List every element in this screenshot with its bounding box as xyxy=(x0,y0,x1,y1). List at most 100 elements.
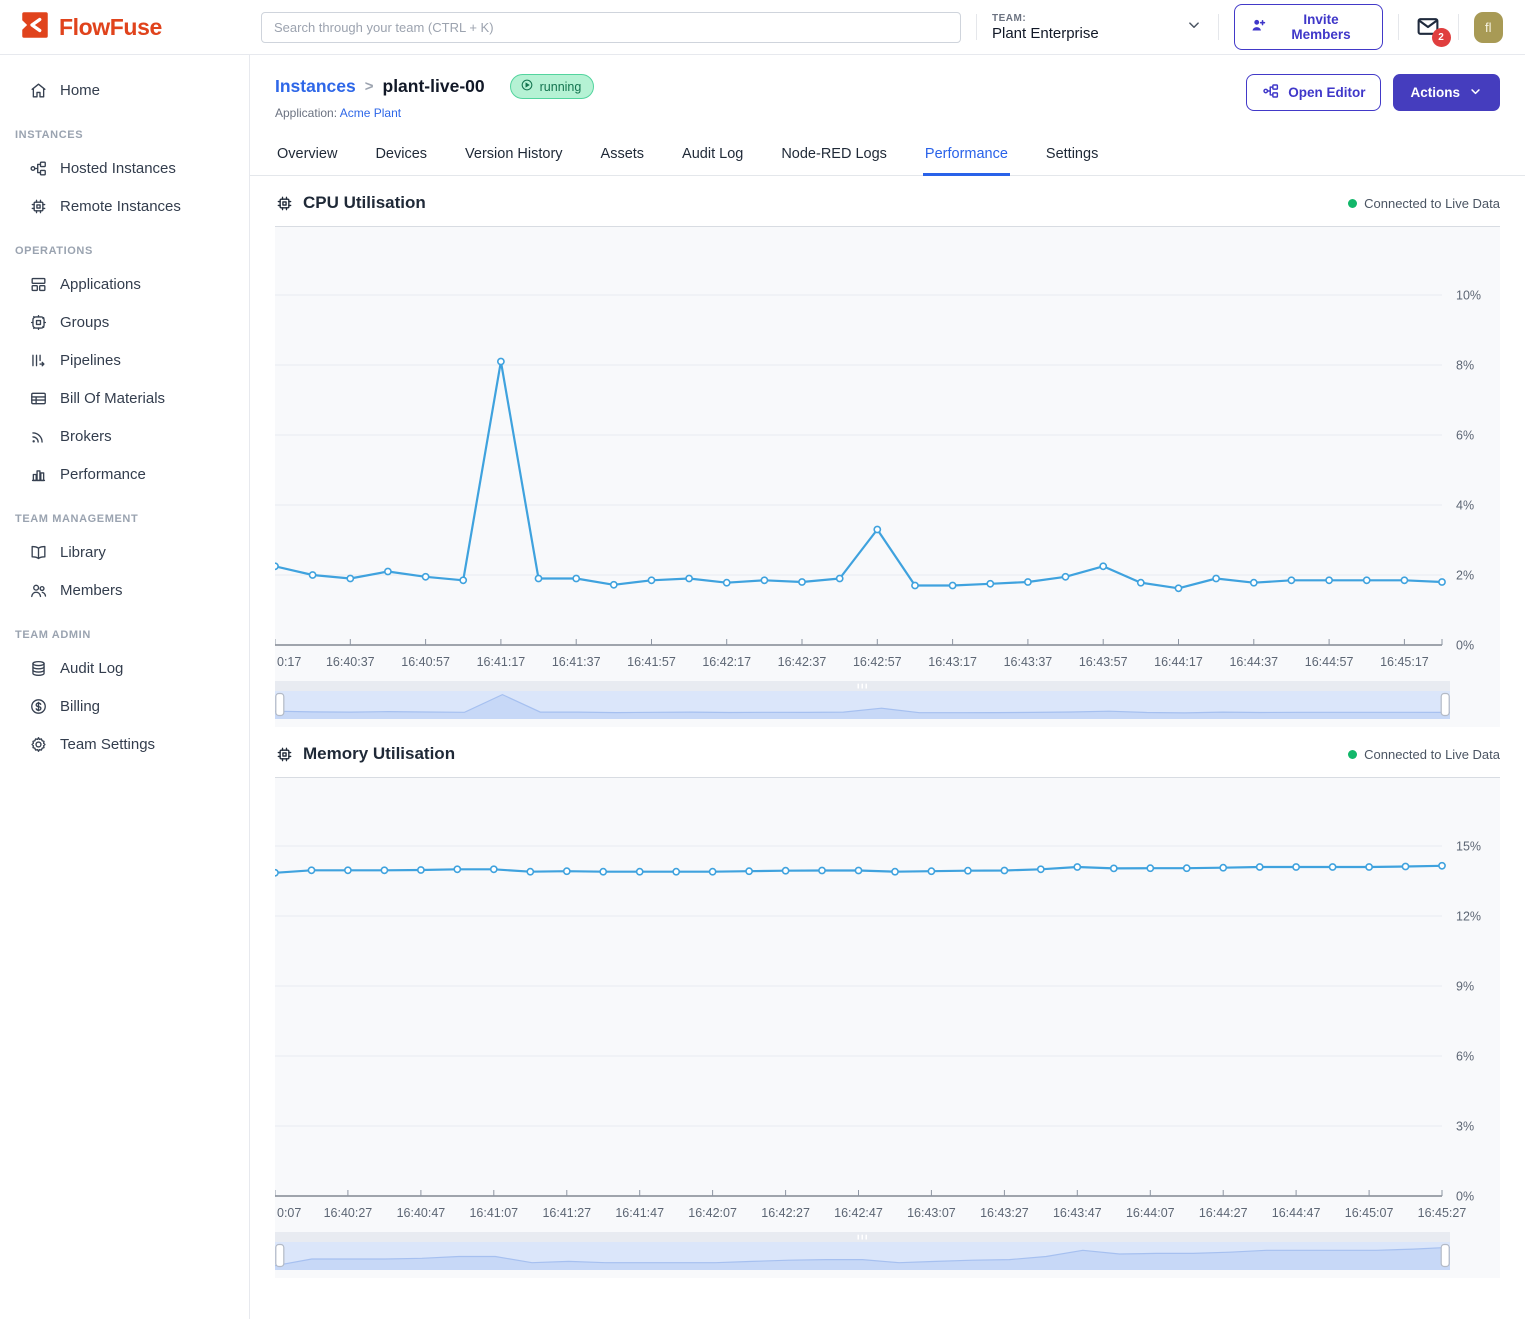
data-point xyxy=(460,577,466,583)
memory-brush[interactable] xyxy=(275,1232,1500,1278)
memory-brush-svg[interactable] xyxy=(275,1232,1450,1270)
sidebar-item-groups[interactable]: Groups xyxy=(0,303,249,341)
tab-performance[interactable]: Performance xyxy=(923,136,1010,176)
cpu-section-header: CPU Utilisation Connected to Live Data xyxy=(275,176,1500,227)
data-point xyxy=(527,869,533,875)
sidebar-item-label: Applications xyxy=(60,276,141,293)
sidebar-item-home[interactable]: Home xyxy=(0,71,249,109)
data-point xyxy=(1062,574,1068,580)
cpu-brush-svg[interactable] xyxy=(275,681,1450,719)
sidebar-item-members[interactable]: Members xyxy=(0,571,249,609)
tab-audit-log[interactable]: Audit Log xyxy=(680,136,745,176)
x-tick-label: 16:43:47 xyxy=(1053,1206,1102,1220)
divider xyxy=(976,14,977,40)
data-point xyxy=(892,869,898,875)
sidebar-item-label: Bill Of Materials xyxy=(60,390,165,407)
data-point xyxy=(837,575,843,581)
tab-version-history[interactable]: Version History xyxy=(463,136,565,176)
data-point xyxy=(1439,579,1445,585)
users-icon xyxy=(29,581,48,600)
cpu-chart-area: 0%2%4%6%8%10%0:1716:40:3716:40:5716:41:1… xyxy=(275,227,1500,727)
memory-section-title: Memory Utilisation xyxy=(303,744,455,764)
brush-handle-right[interactable] xyxy=(1441,694,1449,716)
tab-node-red-logs[interactable]: Node-RED Logs xyxy=(779,136,889,176)
application-link[interactable]: Acme Plant xyxy=(340,106,401,120)
data-point xyxy=(385,568,391,574)
x-tick-label: 16:44:17 xyxy=(1154,655,1203,669)
bar-chart-icon xyxy=(29,465,48,484)
brush-handle-left[interactable] xyxy=(276,1245,284,1267)
sidebar-item-pipelines[interactable]: Pipelines xyxy=(0,341,249,379)
x-tick-label: 16:41:07 xyxy=(469,1206,518,1220)
sidebar-item-performance[interactable]: Performance xyxy=(0,455,249,493)
x-tick-label: 16:40:47 xyxy=(397,1206,446,1220)
x-tick-label: 16:41:37 xyxy=(552,655,601,669)
brush-grip-icon[interactable] xyxy=(866,684,868,689)
tab-overview[interactable]: Overview xyxy=(275,136,339,176)
actions-button[interactable]: Actions xyxy=(1393,74,1500,111)
tab-settings[interactable]: Settings xyxy=(1044,136,1100,176)
data-point xyxy=(710,869,716,875)
breadcrumb-instances-link[interactable]: Instances xyxy=(275,76,356,97)
data-point xyxy=(275,870,278,876)
data-point xyxy=(611,582,617,588)
page-title: plant-live-00 xyxy=(383,76,485,97)
sidebar-section-team-management: TEAM MANAGEMENT xyxy=(15,513,249,525)
gear-icon xyxy=(29,735,48,754)
data-point xyxy=(1074,864,1080,870)
sidebar-item-hosted-instances[interactable]: Hosted Instances xyxy=(0,149,249,187)
data-point xyxy=(637,869,643,875)
data-point xyxy=(347,575,353,581)
sidebar-item-applications[interactable]: Applications xyxy=(0,265,249,303)
y-tick-label: 0% xyxy=(1456,639,1474,653)
data-point xyxy=(1111,865,1117,871)
team-selector[interactable]: TEAM: Plant Enterprise xyxy=(992,13,1203,42)
data-point xyxy=(1257,864,1263,870)
data-point xyxy=(648,577,654,583)
search-input[interactable] xyxy=(261,12,961,43)
chevron-down-icon xyxy=(1185,16,1203,39)
sidebar-item-team-settings[interactable]: Team Settings xyxy=(0,725,249,763)
data-point xyxy=(686,575,692,581)
tab-assets[interactable]: Assets xyxy=(599,136,647,176)
sidebar-item-label: Performance xyxy=(60,466,146,483)
brush-grip-icon[interactable] xyxy=(866,1235,868,1240)
nodes-icon xyxy=(29,159,48,178)
invite-members-button[interactable]: Invite Members xyxy=(1234,4,1383,50)
sidebar-item-remote-instances[interactable]: Remote Instances xyxy=(0,187,249,225)
cpu-section: CPU Utilisation Connected to Live Data 0… xyxy=(250,176,1525,727)
sidebar-item-billing[interactable]: Billing xyxy=(0,687,249,725)
brush-handle-left[interactable] xyxy=(276,694,284,716)
data-point xyxy=(1100,563,1106,569)
sidebar-item-label: Library xyxy=(60,544,106,561)
brush-handle-right[interactable] xyxy=(1441,1245,1449,1267)
cpu-live-status: Connected to Live Data xyxy=(1348,196,1500,211)
cpu-brush[interactable] xyxy=(275,681,1500,727)
data-point xyxy=(1038,866,1044,872)
data-point xyxy=(564,868,570,874)
y-tick-label: 3% xyxy=(1456,1120,1474,1134)
data-point xyxy=(275,563,278,569)
user-avatar[interactable]: fl xyxy=(1474,12,1503,43)
page-header: Instances > plant-live-00 running Applic… xyxy=(250,55,1525,120)
data-point xyxy=(600,869,606,875)
data-point xyxy=(1366,864,1372,870)
data-point xyxy=(535,575,541,581)
header-actions: Open Editor Actions xyxy=(1246,74,1500,111)
tab-devices[interactable]: Devices xyxy=(373,136,429,176)
x-tick-label: 0:07 xyxy=(277,1206,301,1220)
notifications-button[interactable]: 2 xyxy=(1414,14,1443,40)
cpu-live-status-label: Connected to Live Data xyxy=(1364,196,1500,211)
x-tick-label: 16:44:37 xyxy=(1229,655,1278,669)
y-tick-label: 9% xyxy=(1456,980,1474,994)
sidebar-item-library[interactable]: Library xyxy=(0,533,249,571)
flowfuse-logo[interactable]: FlowFuse xyxy=(0,10,250,45)
open-editor-button[interactable]: Open Editor xyxy=(1246,74,1381,111)
data-point xyxy=(491,866,497,872)
editor-nodes-icon xyxy=(1262,82,1280,103)
sidebar-item-brokers[interactable]: Brokers xyxy=(0,417,249,455)
sidebar-item-audit-log[interactable]: Audit Log xyxy=(0,649,249,687)
sidebar-item-bill-of-materials[interactable]: Bill Of Materials xyxy=(0,379,249,417)
x-tick-label: 16:43:37 xyxy=(1004,655,1053,669)
team-label: TEAM: xyxy=(992,13,1099,24)
